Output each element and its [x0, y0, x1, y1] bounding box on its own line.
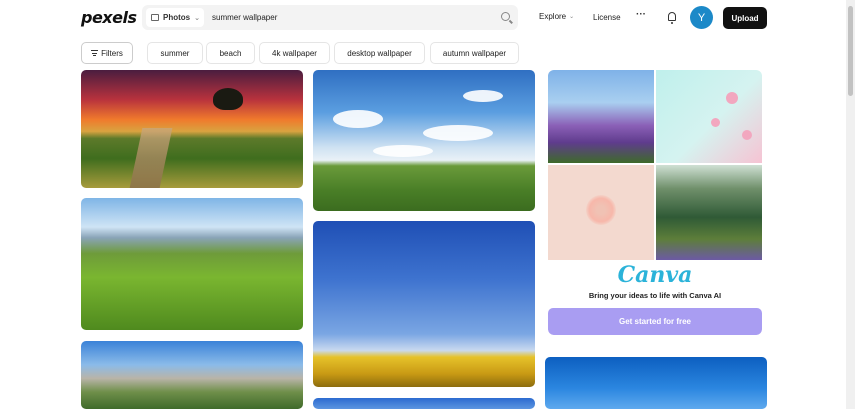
nav-explore-label: Explore [539, 12, 567, 21]
tree-silhouette [213, 88, 243, 110]
cloud [463, 90, 503, 102]
blossom [726, 92, 738, 104]
dirt-road [129, 128, 173, 188]
chip-4k-wallpaper[interactable]: 4k wallpaper [259, 42, 330, 64]
image-icon [151, 14, 159, 21]
pexels-logo[interactable]: pexels [81, 8, 137, 27]
upload-button[interactable]: Upload [723, 7, 767, 29]
photo-blue-sky-partial[interactable] [313, 398, 535, 409]
chip-beach[interactable]: beach [206, 42, 255, 64]
ad-image-pink-flower [548, 165, 654, 260]
filters-icon [91, 50, 99, 56]
scrollbar-thumb[interactable] [848, 6, 853, 96]
bell-icon[interactable] [668, 12, 676, 24]
ad-tagline: Bring your ideas to life with Canva AI [588, 291, 722, 300]
photo-green-valley[interactable] [81, 198, 303, 330]
filters-button[interactable]: Filters [81, 42, 133, 64]
media-type-label: Photos [163, 13, 191, 22]
blossom [711, 118, 720, 127]
filters-label: Filters [101, 48, 123, 58]
chevron-down-icon: ⌄ [569, 14, 575, 20]
nav-license[interactable]: License [593, 13, 621, 22]
photo-sunset-hill-road[interactable] [81, 70, 303, 188]
ad-image-lupines [548, 70, 654, 163]
more-menu-button[interactable]: ··· [636, 9, 646, 20]
ad-get-started-button[interactable]: Get started for free [548, 308, 762, 335]
search-bar: Photos ⌄ [142, 5, 518, 30]
media-type-dropdown[interactable]: Photos ⌄ [146, 8, 204, 27]
ad-image-grid [548, 70, 762, 260]
canva-logo: Canva [617, 262, 693, 288]
photo-sunflower-field[interactable] [313, 221, 535, 387]
pexels-search-page: pexels Photos ⌄ Explore ⌄ License ··· Y … [0, 0, 855, 409]
cloud [373, 145, 433, 157]
photo-deep-blue-sky[interactable] [545, 357, 767, 409]
avatar[interactable]: Y [690, 6, 713, 29]
chevron-down-icon: ⌄ [194, 14, 200, 22]
search-icon[interactable] [501, 12, 510, 21]
chip-autumn-wallpaper[interactable]: autumn wallpaper [430, 42, 519, 64]
chip-desktop-wallpaper[interactable]: desktop wallpaper [334, 42, 425, 64]
photo-grass-hill-sky[interactable] [313, 70, 535, 211]
photo-mountain-meadow[interactable] [81, 341, 303, 409]
chip-summer[interactable]: summer [147, 42, 203, 64]
flower [586, 195, 616, 225]
blossom [742, 130, 752, 140]
ad-image-cherry-blossom [656, 70, 762, 163]
search-input[interactable] [212, 10, 492, 25]
ad-image-forest-meadow [656, 165, 762, 260]
cloud [333, 110, 383, 128]
nav-explore[interactable]: Explore ⌄ [539, 12, 574, 21]
canva-ad-card[interactable]: Canva Bring your ideas to life with Canv… [548, 70, 762, 335]
cloud [423, 125, 493, 141]
